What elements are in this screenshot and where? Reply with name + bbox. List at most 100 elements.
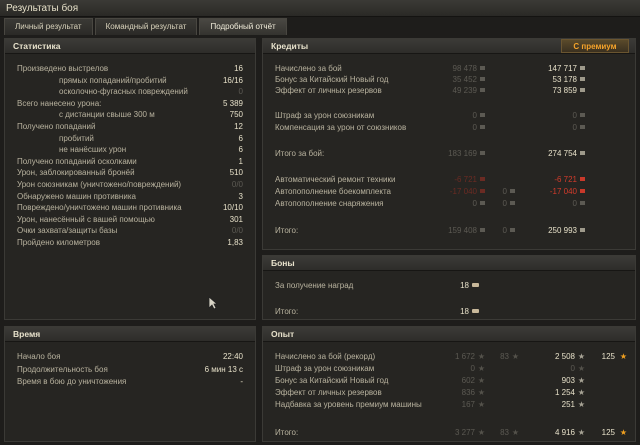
experience-base-free-value: 83 <box>500 428 509 437</box>
stats-row-label: Получено попаданий осколками <box>17 156 137 166</box>
credits-row: Автопополнение снаряжения 0 0 0 <box>263 198 635 209</box>
credit-icon <box>510 228 515 232</box>
stats-row-label: Урон, нанесённый с вашей помощью <box>17 214 155 224</box>
time-panel: Время Начало боя 22:40 Продолжительность б… <box>4 326 256 442</box>
credit-icon <box>580 125 585 129</box>
stats-row-label: пробитий <box>59 133 94 143</box>
experience-prem-value: 1 254 <box>554 388 575 397</box>
credits-row-label: Начислено за бой <box>275 64 342 73</box>
experience-star-icon: ★ <box>577 376 585 385</box>
time-row: Начало боя 22:40 <box>5 351 255 362</box>
time-row-label: Продолжительность боя <box>17 364 108 374</box>
credits-row-label: Автопополнение боекомплекта <box>275 187 391 196</box>
experience-prem-value: 4 916 <box>554 428 575 437</box>
credits-row-label: Автопополнение снаряжения <box>275 199 384 208</box>
credits-base-value: -17 040 <box>449 187 477 196</box>
credits-row: Штраф за урон союзникам 0 0 <box>263 110 635 121</box>
credits-prem-value: 147 717 <box>548 64 577 73</box>
bonds-row: Итого: 18 <box>263 306 635 317</box>
window-title: Результаты боя <box>0 0 640 17</box>
credit-icon <box>580 177 585 181</box>
experience-row: Штраф за урон союзникам 0 ★ 0 ★ <box>263 363 635 374</box>
experience-row-label: Надбавка за уровень премиум машины <box>275 400 422 409</box>
bond-icon <box>472 309 479 313</box>
stats-row-value: 10/10 <box>222 203 243 213</box>
experience-star-icon: ★ <box>577 400 585 409</box>
credit-icon <box>580 77 585 81</box>
bonds-row: За получение наград 18 <box>263 280 635 291</box>
experience-base-value: 167 <box>461 400 475 409</box>
stats-row: Получено попаданий 12 <box>5 121 255 132</box>
credits-base-value: 0 <box>472 123 477 132</box>
credits-prem-value: 0 <box>572 199 577 208</box>
experience-row-label: Начислено за бой (рекорд) <box>275 352 376 361</box>
credits-row: Автоматический ремонт техники -6 721 -6 72… <box>263 174 635 185</box>
experience-base-value: 0 <box>470 364 475 373</box>
credits-row-label: Итого за бой: <box>275 149 325 158</box>
credits-prem-value: 0 <box>572 123 577 132</box>
credit-icon <box>480 88 485 92</box>
stats-row: с дистанции свыше 300 м 750 <box>5 109 255 120</box>
stats-row: Урон, нанесённый с вашей помощью 301 <box>5 214 255 225</box>
tab-personal-result[interactable]: Личный результат <box>4 18 93 35</box>
credits-row-label: Автоматический ремонт техники <box>275 175 396 184</box>
experience-row: Итого: 3 277 ★ 83 ★ 4 916 ★ 125 ★ <box>263 427 635 438</box>
stats-row-label: Всего нанесено урона: <box>17 98 102 108</box>
stats-row: пробитий 6 <box>5 133 255 144</box>
tab-bar: Личный результат Командный результат Под… <box>4 18 289 35</box>
credits-row: Эффект от личных резервов 49 239 73 859 <box>263 85 635 96</box>
stats-row-value: 0/0 <box>231 226 243 236</box>
credits-prem-value: 0 <box>572 111 577 120</box>
experience-star-icon: ★ <box>477 364 485 373</box>
stats-row-label: Повреждено/уничтожено машин противника <box>17 203 182 213</box>
credits-row: Начислено за бой 98 478 147 717 <box>263 63 635 74</box>
free-experience-star-icon: ★ <box>619 352 627 361</box>
stats-row-value: 16/16 <box>222 75 243 85</box>
experience-star-icon: ★ <box>477 352 485 361</box>
credit-icon <box>480 189 485 193</box>
experience-panel: Опыт Начислено за бой (рекорд) 1 672 ★ 83 ★ 2… <box>262 326 636 442</box>
credit-icon <box>480 77 485 81</box>
credit-icon <box>510 201 515 205</box>
tab-detailed-report[interactable]: Подробный отчёт <box>199 18 287 35</box>
stats-row-label: Очки захвата/защиты базы <box>17 226 118 236</box>
credits-prem-value: 274 754 <box>548 149 577 158</box>
credits-mid-value: 0 <box>502 199 507 208</box>
free-experience-star-icon: ★ <box>511 428 519 437</box>
experience-star-icon: ★ <box>577 428 585 437</box>
credit-icon <box>480 66 485 70</box>
stats-row: Повреждено/уничтожено машин противника 10… <box>5 202 255 213</box>
credit-icon <box>480 177 485 181</box>
tab-team-result[interactable]: Командный результат <box>94 18 198 35</box>
stats-row-value: 510 <box>229 168 243 178</box>
free-experience-star-icon: ★ <box>619 428 627 437</box>
experience-base-value: 602 <box>461 376 475 385</box>
credit-icon <box>580 88 585 92</box>
credits-prem-value: -17 040 <box>549 187 577 196</box>
credits-row-label: Штраф за урон союзникам <box>275 111 375 120</box>
stats-row-value: 6 <box>238 133 243 143</box>
experience-base-value: 836 <box>461 388 475 397</box>
bond-icon <box>472 283 479 287</box>
credit-icon <box>480 201 485 205</box>
stats-row-label: осколочно-фугасных повреждений <box>59 87 188 97</box>
time-row-value: 6 мин 13 с <box>204 364 243 374</box>
stats-row-label: Произведено выстрелов <box>17 64 109 73</box>
stats-row-label: Пройдено километров <box>17 238 100 247</box>
credit-icon <box>580 113 585 117</box>
stats-row-value: 5 389 <box>222 98 243 108</box>
credits-base-value: 183 169 <box>448 149 477 158</box>
experience-row: Бонус за Китайский Новый год 602 ★ 903 ★ <box>263 375 635 386</box>
experience-row: Надбавка за уровень премиум машины 167 ★ 25… <box>263 399 635 410</box>
time-row-label: Начало боя <box>17 352 61 361</box>
experience-prem-value: 251 <box>561 400 575 409</box>
stats-row-label: Урон союзникам (уничтожено/повреждений) <box>17 180 182 189</box>
experience-star-icon: ★ <box>577 364 585 373</box>
experience-row-label: Бонус за Китайский Новый год <box>275 376 389 385</box>
experience-base-value: 1 672 <box>454 352 475 361</box>
credits-mid-value: 0 <box>502 226 507 235</box>
experience-base-free-value: 83 <box>500 352 509 361</box>
experience-title: Опыт <box>263 327 635 342</box>
credits-row: Бонус за Китайский Новый год 35 452 53 178 <box>263 74 635 85</box>
stats-row-value: 3 <box>238 191 243 201</box>
